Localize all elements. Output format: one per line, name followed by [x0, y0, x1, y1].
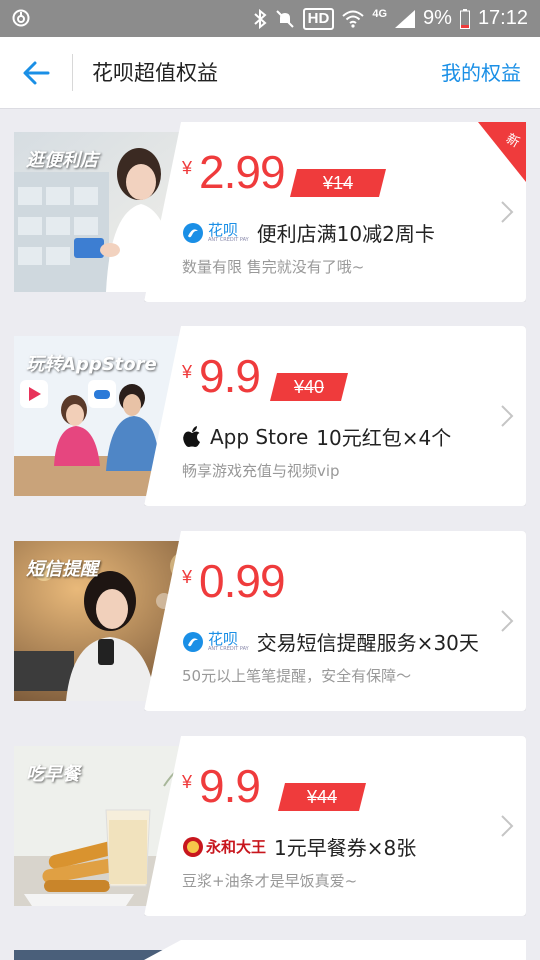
- currency-symbol: ¥: [182, 158, 193, 178]
- price-value: 9.9: [199, 350, 261, 402]
- original-price: ¥40: [270, 373, 348, 401]
- chevron-right-icon: [501, 815, 514, 837]
- card-panel-partial: [144, 940, 526, 960]
- card-banner-title: 逛便利店: [26, 150, 98, 171]
- huabei-brand: 花呗 ANT CREDIT PAY: [182, 631, 249, 653]
- card-subtitle: 豆浆+油条才是早饭真爱~: [182, 872, 358, 890]
- currency-symbol: ¥: [182, 772, 193, 792]
- huabei-brand: 花呗 ANT CREDIT PAY: [182, 222, 249, 244]
- battery-icon: [459, 8, 470, 29]
- nav-bar: 花呗超值权益 我的权益: [0, 37, 540, 109]
- benefit-card-breakfast[interactable]: 吃早餐 ¥ 9.9 ¥44 永和大王 1元早餐券×8张 豆浆+油条才是早饭真爱~: [14, 736, 526, 916]
- benefit-card-sms[interactable]: 短信提醒 ¥ 0.99 花呗 ANT CREDIT PAY 交易短信提醒服务×30…: [14, 531, 526, 711]
- original-price: ¥14: [290, 169, 386, 197]
- chevron-right-icon: [501, 201, 514, 223]
- my-benefits-link[interactable]: 我的权益: [441, 57, 521, 86]
- card-title: 交易短信提醒服务×30天: [256, 631, 479, 655]
- price-value: 9.9: [199, 760, 261, 812]
- network-type: 4G: [372, 7, 388, 20]
- card-banner-title: 玩转AppStore: [26, 354, 157, 375]
- huabei-logo-icon: [183, 222, 203, 243]
- back-arrow-icon[interactable]: [18, 57, 54, 89]
- bluetooth-icon: [254, 8, 267, 29]
- yonghe-brand: 永和大王: [182, 836, 266, 858]
- card-banner-title: 吃早餐: [26, 764, 80, 785]
- mute-icon: [275, 9, 294, 28]
- app-notification-icon: [12, 9, 30, 27]
- brand-name: App Store: [210, 424, 309, 449]
- huabei-logo-icon: [183, 631, 203, 652]
- status-bar: HD 4G 9% 17:12: [0, 0, 540, 37]
- card-title: 1元早餐券×8张: [274, 836, 417, 860]
- card-title-row: 花呗 ANT CREDIT PAY 交易短信提醒服务×30天: [182, 627, 479, 656]
- clock: 17:12: [477, 7, 528, 29]
- nav-divider: [72, 54, 73, 91]
- currency-symbol: ¥: [182, 362, 193, 382]
- card-title: 便利店满10减2周卡: [256, 222, 435, 246]
- yonghe-logo-icon: [183, 836, 203, 857]
- page-title: 花呗超值权益: [92, 61, 218, 85]
- signal-icon: [395, 9, 416, 28]
- battery-percent: 9%: [423, 7, 452, 29]
- apple-logo-icon: [183, 425, 200, 447]
- currency-symbol: ¥: [182, 567, 193, 587]
- price-value: 2.99: [199, 146, 286, 198]
- hd-badge: HD: [302, 7, 335, 30]
- card-subtitle: 50元以上笔笔提醒，安全有保障～: [182, 667, 412, 685]
- card-title-row: 花呗 ANT CREDIT PAY 便利店满10减2周卡: [182, 218, 435, 247]
- new-tag: 新: [478, 122, 526, 182]
- wifi-icon: [342, 10, 365, 28]
- chevron-right-icon: [501, 610, 514, 632]
- card-title-row: App Store 10元红包×4个: [182, 422, 451, 451]
- card-subtitle: 畅享游戏充值与视频vip: [182, 462, 340, 480]
- price-value: 0.99: [199, 555, 286, 607]
- card-title-row: 永和大王 1元早餐券×8张: [182, 832, 416, 861]
- benefit-card-convenience[interactable]: 逛便利店 新 ¥ 2.99 ¥14 花呗 ANT CREDIT PAY 便利店满1…: [14, 122, 526, 302]
- card-title: 10元红包×4个: [316, 426, 452, 450]
- original-price: ¥44: [278, 783, 366, 811]
- benefit-card-appstore[interactable]: 玩转AppStore ¥ 9.9 ¥40 App Store 10元红包×4个 …: [14, 326, 526, 506]
- card-banner-title: 短信提醒: [26, 559, 98, 580]
- card-subtitle: 数量有限 售完就没有了哦~: [182, 258, 365, 276]
- chevron-right-icon: [501, 405, 514, 427]
- benefit-card-next-partial[interactable]: [14, 940, 526, 960]
